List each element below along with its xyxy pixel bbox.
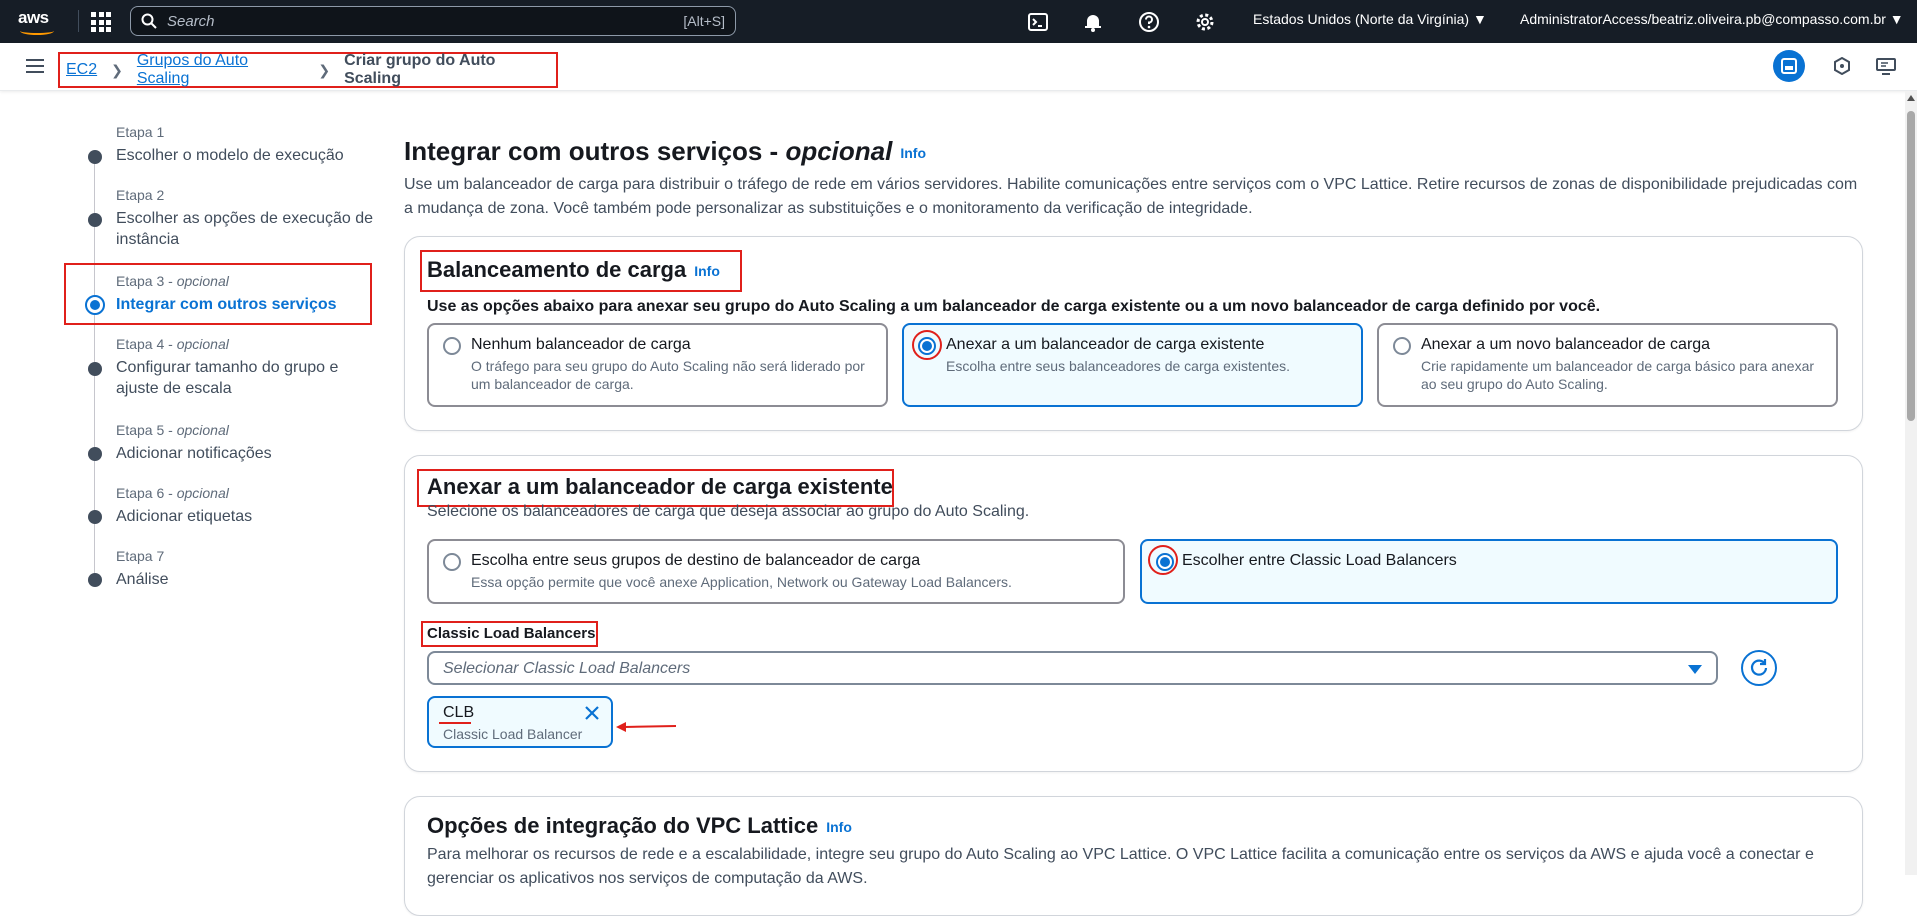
classic-lb-field-label: Classic Load Balancers — [427, 625, 596, 642]
selected-lb-token: CLB Classic Load Balancer — [427, 696, 613, 748]
annotation-circle — [912, 330, 942, 360]
search-input[interactable] — [167, 10, 647, 32]
cloudshell-icon[interactable] — [1027, 11, 1049, 33]
step-5: Etapa 5 - opcional Adicionar notificaçõe… — [116, 422, 376, 464]
step-label[interactable]: Adicionar notificações — [116, 443, 376, 464]
close-icon[interactable] — [583, 704, 601, 722]
panel-toggle-button[interactable] — [1773, 50, 1805, 82]
hexagon-icon — [1834, 57, 1850, 75]
step-dot — [88, 573, 102, 587]
step-3: Etapa 3 - opcional Integrar com outros s… — [116, 273, 376, 315]
menu-icon[interactable] — [26, 59, 44, 73]
aws-logo[interactable]: aws — [18, 8, 58, 36]
step-label-active[interactable]: Integrar com outros serviços — [116, 294, 376, 315]
search-icon — [141, 13, 157, 29]
radio-button[interactable] — [443, 553, 461, 571]
step-label[interactable]: Escolher o modelo de execução — [116, 145, 376, 166]
step-dot-active — [85, 295, 105, 315]
caret-down-icon — [1688, 665, 1702, 674]
chevron-right-icon: ❯ — [111, 61, 123, 78]
select-placeholder: Selecionar Classic Load Balancers — [443, 660, 691, 677]
top-navigation: aws [Alt+S] Estados Unidos (Norte da Vir… — [0, 0, 1917, 43]
option-attach-existing[interactable]: Anexar a um balanceador de carga existen… — [902, 323, 1363, 407]
apps-icon[interactable] — [91, 12, 111, 32]
radio-button[interactable] — [443, 337, 461, 355]
annotation-arrow-icon — [616, 722, 676, 732]
vpc-lattice-title: Opções de integração do VPC Lattice Info — [427, 813, 852, 838]
radio-button[interactable] — [1393, 337, 1411, 355]
step-label[interactable]: Configurar tamanho do grupo e ajuste de … — [116, 357, 376, 399]
step-1: Etapa 1 Escolher o modelo de execução — [116, 124, 376, 166]
step-label[interactable]: Análise — [116, 569, 376, 590]
existing-load-balancer-subtitle: Selecione os balanceadores de carga que … — [427, 503, 1030, 520]
scrollbar-thumb[interactable] — [1907, 111, 1915, 421]
panel-icon — [1781, 58, 1797, 74]
settings-icon[interactable] — [1194, 11, 1216, 33]
aws-logo-text: aws — [18, 8, 49, 27]
step-7: Etapa 7 Análise — [116, 548, 376, 590]
feedback-tool-button[interactable] — [1870, 50, 1902, 82]
option-classic-load-balancers[interactable]: Escolher entre Classic Load Balancers — [1140, 539, 1838, 604]
cube-tool-button[interactable] — [1826, 50, 1858, 82]
region-selector[interactable]: Estados Unidos (Norte da Virgínia) ▼ — [1253, 11, 1487, 27]
page-scrollbar[interactable] — [1905, 91, 1917, 875]
annotation-circle — [1148, 545, 1178, 575]
token-name: CLB — [443, 704, 475, 721]
step-dot — [88, 362, 102, 376]
load-balancing-title: Balanceamento de carga Info — [427, 257, 720, 282]
existing-load-balancer-title: Anexar a um balanceador de carga existen… — [427, 474, 893, 499]
breadcrumb-auto-scaling-groups[interactable]: Grupos do Auto Scaling — [137, 52, 304, 88]
step-label[interactable]: Escolher as opções de execução de instân… — [116, 208, 376, 250]
token-description: Classic Load Balancer — [443, 726, 583, 742]
account-menu[interactable]: AdministratorAccess/beatriz.oliveira.pb@… — [1520, 11, 1904, 27]
step-label[interactable]: Adicionar etiquetas — [116, 506, 376, 527]
step-2: Etapa 2 Escolher as opções de execução d… — [116, 187, 376, 250]
chevron-right-icon: ❯ — [318, 61, 331, 78]
breadcrumb-ec2[interactable]: EC2 — [66, 61, 97, 79]
load-balancing-subtitle: Use as opções abaixo para anexar seu gru… — [427, 298, 1601, 315]
refresh-button[interactable] — [1741, 650, 1777, 686]
step-4: Etapa 4 - opcional Configurar tamanho do… — [116, 336, 376, 399]
step-dot — [88, 150, 102, 164]
bell-icon[interactable] — [1082, 11, 1104, 33]
breadcrumb-current: Criar grupo do Auto Scaling — [344, 52, 496, 87]
step-dot — [88, 447, 102, 461]
option-no-load-balancer[interactable]: Nenhum balanceador de carga O tráfego pa… — [427, 323, 888, 407]
info-link[interactable]: Info — [900, 145, 926, 161]
option-target-groups[interactable]: Escolha entre seus grupos de destino de … — [427, 539, 1125, 604]
breadcrumb: EC2 ❯ Grupos do Auto Scaling ❯ Criar gru… — [58, 52, 558, 88]
step-dot — [88, 213, 102, 227]
refresh-icon — [1750, 659, 1768, 676]
vpc-lattice-description: Para melhorar os recursos de rede e a es… — [427, 846, 1814, 887]
option-attach-new[interactable]: Anexar a um novo balanceador de carga Cr… — [1377, 323, 1838, 407]
step-dot — [88, 510, 102, 524]
search-shortcut: [Alt+S] — [683, 13, 725, 29]
classic-lb-select[interactable]: Selecionar Classic Load Balancers — [427, 651, 1718, 685]
page-description: Use um balanceador de carga para distrib… — [404, 176, 1858, 217]
info-link[interactable]: Info — [694, 263, 720, 279]
step-6: Etapa 6 - opcional Adicionar etiquetas — [116, 485, 376, 527]
page-title: Integrar com outros serviços - opcional I… — [404, 136, 927, 166]
search-box[interactable]: [Alt+S] — [130, 6, 736, 36]
info-link[interactable]: Info — [826, 819, 852, 835]
screen-icon — [1876, 58, 1896, 75]
help-icon[interactable] — [1138, 11, 1160, 33]
